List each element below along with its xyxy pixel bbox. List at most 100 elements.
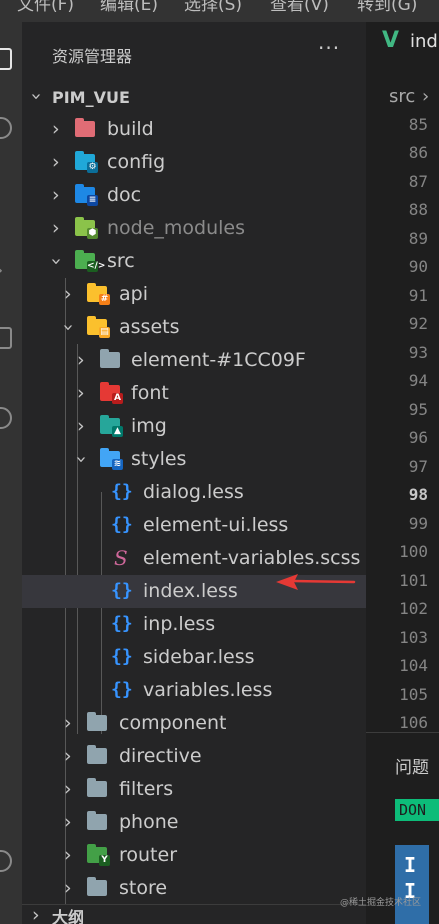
tree-item-variables-less[interactable]: {} variables.less [22, 674, 366, 707]
line-number: 96 [408, 428, 428, 447]
chevron-right-icon: › [77, 415, 85, 437]
menu-edit[interactable]: 编辑(E) [100, 0, 158, 15]
chevron-right-icon: › [64, 745, 72, 767]
tree-item-label: index.less [143, 580, 238, 602]
tree-item-label: build [107, 118, 154, 140]
line-number: 93 [408, 343, 428, 362]
more-actions-icon[interactable]: ··· [318, 36, 340, 60]
chevron-right-icon: › [64, 877, 72, 899]
tree-item-filters[interactable]: › filters [22, 773, 366, 806]
tree-item-component[interactable]: › component [22, 707, 366, 740]
folder-icon [87, 778, 107, 797]
doc-folder-icon: ≡ [75, 184, 98, 206]
panel-tab-problems[interactable]: 问题 [395, 753, 429, 778]
build-folder-icon [75, 118, 95, 137]
menu-view[interactable]: 查看(V) [270, 0, 329, 15]
tree-item-src[interactable]: › </> src [22, 245, 366, 278]
line-number: 97 [408, 457, 428, 476]
menu-selection[interactable]: 选择(S) [184, 0, 242, 15]
explorer-icon[interactable] [0, 48, 12, 70]
less-file-icon: {} [111, 679, 133, 700]
tree-item-label: component [119, 712, 227, 734]
annotation-arrow-icon [276, 574, 356, 590]
tree-item-store[interactable]: › store [22, 872, 366, 905]
tree-item-directive[interactable]: › directive [22, 740, 366, 773]
workspace-name: PIM_VUE [52, 88, 130, 107]
tree-item-label: phone [119, 811, 179, 833]
tree-item-label: styles [131, 448, 187, 470]
tree-item-img[interactable]: › ▲ img [22, 410, 366, 443]
chevron-down-icon: › [45, 257, 68, 266]
tree-item-config[interactable]: › ⚙ config [22, 146, 366, 179]
tree-item-label: config [107, 151, 166, 173]
folder-icon [87, 745, 107, 764]
tree-item-font[interactable]: › A font [22, 377, 366, 410]
line-number: 104 [399, 656, 428, 675]
img-folder-icon: ▲ [100, 415, 123, 437]
tree-item-sidebar-less[interactable]: {} sidebar.less [22, 641, 366, 674]
line-number: 101 [399, 571, 428, 590]
less-file-icon: {} [111, 481, 133, 502]
search-icon[interactable] [0, 117, 12, 139]
sass-file-icon: S [114, 546, 128, 570]
breadcrumb: src › [366, 82, 439, 112]
chevron-right-icon: › [64, 778, 72, 800]
tree-item-label: sidebar.less [143, 646, 255, 668]
tree-item-label: assets [119, 316, 180, 338]
tree-item-label: api [119, 283, 148, 305]
less-file-icon: {} [111, 613, 133, 634]
current-line-number: 98 [408, 485, 428, 504]
tree-item-api[interactable]: › # api [22, 278, 366, 311]
tree-item-build[interactable]: › build [22, 113, 366, 146]
tree-item-element-ui-less[interactable]: {} element-ui.less [22, 509, 366, 542]
tree-item-doc[interactable]: › ≡ doc [22, 179, 366, 212]
watermark: @稀土掘金技术社区 [340, 898, 422, 908]
tree-item-label: font [131, 382, 169, 404]
source-control-icon[interactable]: › [0, 260, 3, 282]
tree-item-label: node_modules [107, 217, 246, 239]
extensions-icon[interactable] [0, 407, 12, 429]
line-number: 90 [408, 257, 428, 276]
folder-icon [87, 811, 107, 830]
tree-item-label: router [119, 844, 178, 866]
chevron-down-icon: › [57, 323, 80, 332]
line-number: 95 [408, 400, 428, 419]
tree-item-label: element-#1CC09F [131, 349, 306, 371]
tree-item-phone[interactable]: › phone [22, 806, 366, 839]
line-number: 88 [408, 200, 428, 219]
styles-folder-icon: ≋ [100, 448, 123, 470]
outline-section[interactable]: › 大纲 [22, 904, 366, 924]
tree-item-inp-less[interactable]: {} inp.less [22, 608, 366, 641]
account-icon[interactable] [0, 850, 12, 872]
line-number: 106 [399, 713, 428, 732]
line-number: 86 [408, 143, 428, 162]
editor-gutter: 85 86 87 88 89 90 91 92 93 94 95 96 97 9… [366, 112, 439, 732]
chevron-right-icon: › [64, 844, 72, 866]
line-number: 87 [408, 172, 428, 191]
less-file-icon: {} [111, 646, 133, 667]
tree-item-styles[interactable]: › ≋ styles [22, 443, 366, 476]
explorer-header: 资源管理器 ··· [22, 22, 366, 82]
menu-bar: 文件(F) 编辑(E) 选择(S) 查看(V) 转到(G) [0, 0, 439, 22]
chevron-right-icon: › [52, 217, 60, 239]
explorer-title: 资源管理器 [52, 47, 133, 66]
run-debug-icon[interactable] [0, 327, 12, 349]
breadcrumb-item[interactable]: src [389, 86, 415, 107]
tree-item-element[interactable]: › element-#1CC09F [22, 344, 366, 377]
editor-tab[interactable]: ind [410, 31, 438, 52]
tree-item-router[interactable]: › Y router [22, 839, 366, 872]
menu-file[interactable]: 文件(F) [17, 0, 74, 15]
chevron-right-icon: › [52, 118, 60, 140]
explorer-sidebar: 资源管理器 ··· › PIM_VUE › build › ⚙ config ›… [22, 22, 366, 924]
less-file-icon: {} [111, 514, 133, 535]
router-folder-icon: Y [87, 844, 110, 866]
tree-item-assets[interactable]: › ▤ assets [22, 311, 366, 344]
line-number: 91 [408, 286, 428, 305]
tree-root[interactable]: › PIM_VUE [22, 80, 366, 113]
tree-item-node-modules[interactable]: › ⬢ node_modules [22, 212, 366, 245]
tree-item-dialog-less[interactable]: {} dialog.less [22, 476, 366, 509]
menu-go[interactable]: 转到(G) [357, 0, 417, 15]
chevron-right-icon: › [77, 382, 85, 404]
chevron-right-icon: › [52, 151, 60, 173]
tree-item-label: directive [119, 745, 202, 767]
